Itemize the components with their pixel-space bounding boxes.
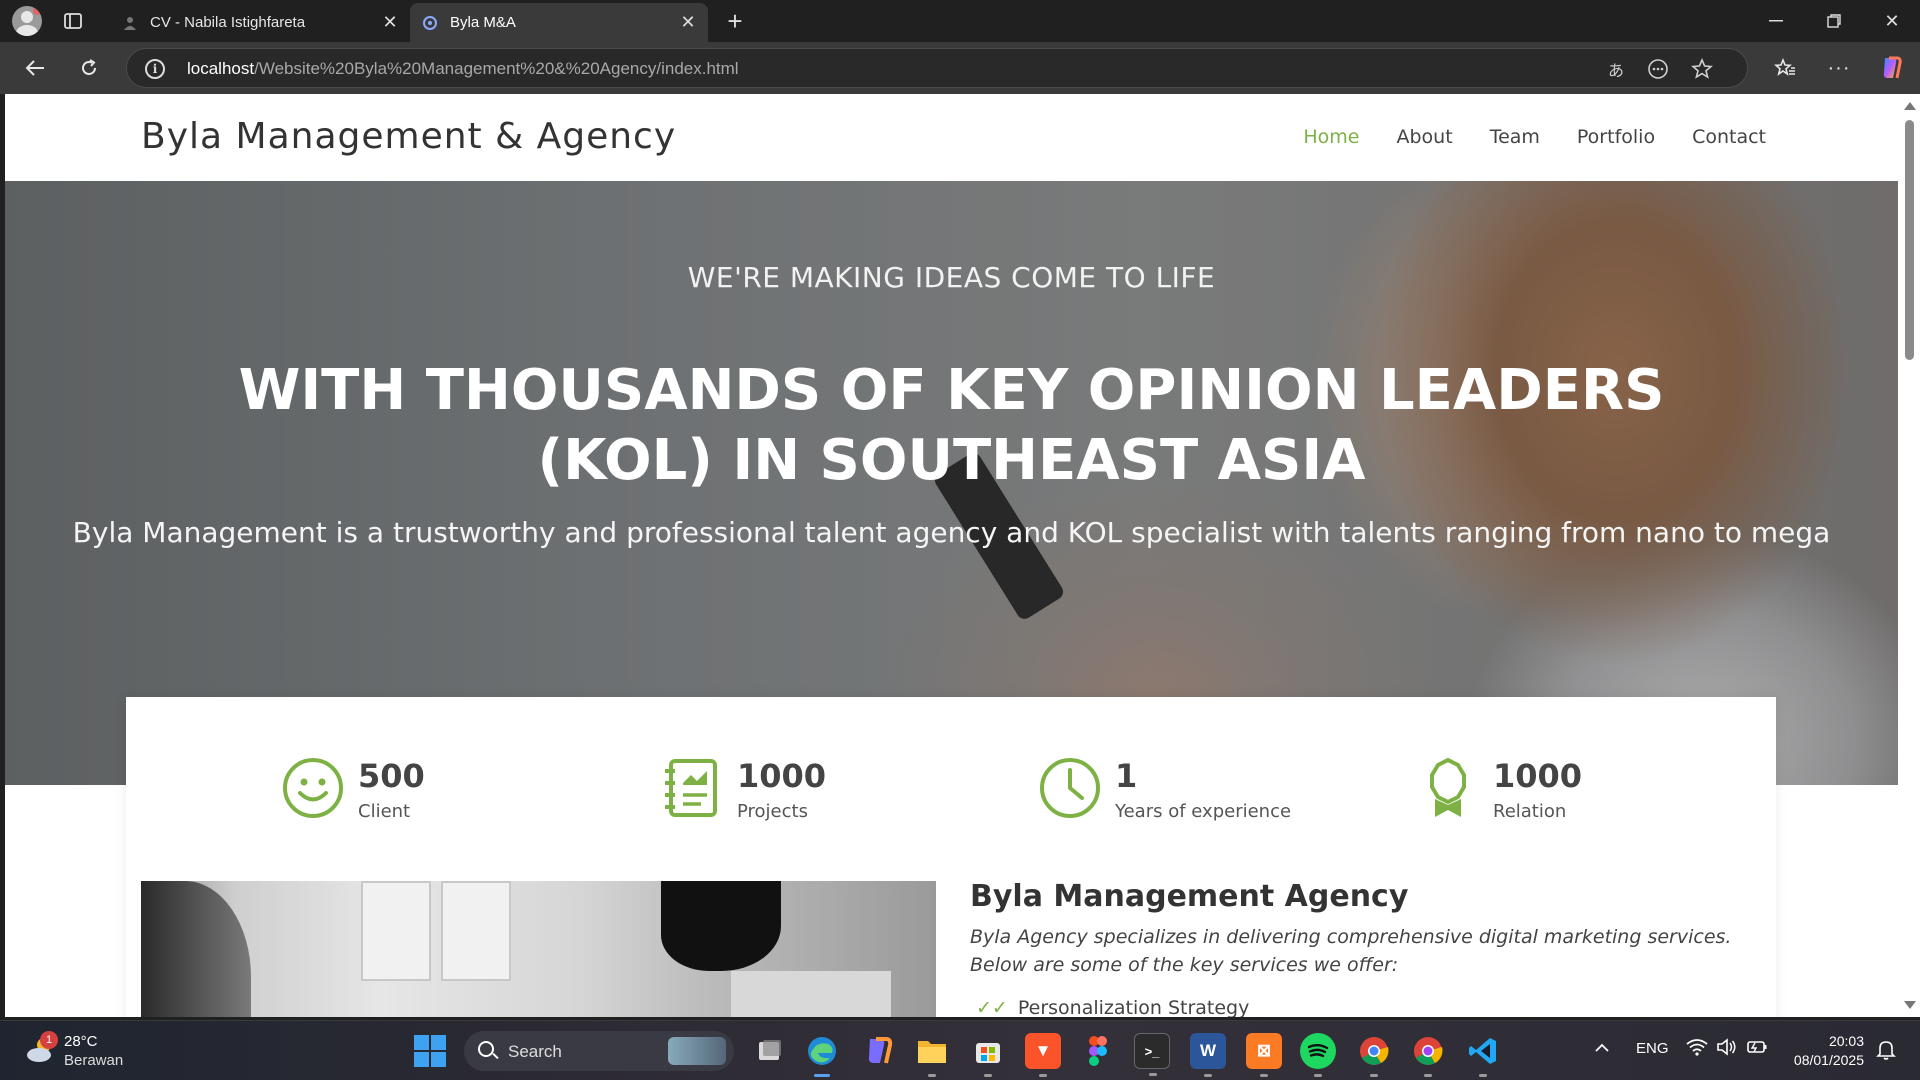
nav-about[interactable]: About	[1397, 126, 1453, 148]
nav-portfolio[interactable]: Portfolio	[1577, 126, 1655, 148]
close-tab-icon[interactable]: ✕	[674, 9, 702, 37]
stat-value: 1	[1115, 757, 1138, 795]
tab-title: CV - Nabila Istighfareta	[150, 14, 306, 31]
hero-subtitle: Byla Management is a trustworthy and pro…	[72, 516, 1831, 549]
terminal-icon[interactable]: >_	[1134, 1033, 1170, 1076]
minimize-icon[interactable]	[1748, 0, 1804, 42]
hero-title: WITH THOUSANDS OF KEY OPINION LEADERS (K…	[238, 358, 1665, 493]
word-icon[interactable]: W	[1190, 1033, 1226, 1077]
hero-eyebrow: WE'RE MAKING IDEAS COME TO LIFE	[687, 261, 1216, 294]
show-hidden-icons[interactable]	[1594, 1040, 1610, 1057]
page-scrollbar[interactable]	[1898, 94, 1920, 1017]
site-favicon-icon	[422, 15, 438, 31]
nav-contact[interactable]: Contact	[1692, 126, 1766, 148]
taskbar: 1 28°C Berawan Search ▼ >_ W ⊠ ENG 20:03…	[0, 1020, 1920, 1080]
stat-value: 1000	[737, 757, 827, 795]
back-icon[interactable]	[18, 51, 52, 85]
tab-byla[interactable]: Byla M&A ✕	[410, 3, 708, 42]
brave-browser-icon[interactable]: ▼	[1025, 1033, 1061, 1077]
smiley-icon	[283, 758, 343, 818]
copilot-app-icon[interactable]	[860, 1033, 896, 1069]
browser-toolbar: i localhost/Website%20Byla%20Management%…	[0, 42, 1920, 94]
search-highlight-image	[668, 1037, 726, 1065]
translate-icon[interactable]: あ	[1603, 56, 1629, 82]
spotify-icon[interactable]	[1300, 1033, 1336, 1077]
url-text[interactable]: localhost/Website%20Byla%20Management%20…	[187, 59, 739, 79]
scroll-down-icon[interactable]	[1904, 1001, 1916, 1009]
chrome-icon[interactable]	[1356, 1033, 1392, 1077]
address-bar[interactable]: i localhost/Website%20Byla%20Management%…	[126, 48, 1748, 88]
clock-time: 20:03	[1828, 1033, 1864, 1049]
search-placeholder: Search	[508, 1042, 562, 1061]
check-icon: ✓✓	[976, 997, 1008, 1017]
clock-icon	[1040, 758, 1100, 818]
favorite-star-icon[interactable]	[1689, 56, 1715, 82]
site-brand[interactable]: Byla Management & Agency	[141, 116, 676, 157]
more-options-icon[interactable]: ···	[1822, 51, 1856, 85]
page-favicon-icon	[122, 15, 138, 31]
service-list-item: ✓✓ Personalization Strategy	[976, 997, 1250, 1017]
stat-label: Projects	[737, 801, 808, 822]
reload-icon[interactable]	[72, 51, 106, 85]
about-description: Byla Agency specializes in delivering co…	[970, 926, 1732, 976]
favorites-icon[interactable]	[1768, 51, 1802, 85]
notification-bell-icon[interactable]	[1876, 1039, 1896, 1061]
nav-home[interactable]: Home	[1303, 126, 1359, 148]
task-view-icon[interactable]	[752, 1033, 788, 1069]
taskbar-search[interactable]: Search	[464, 1031, 734, 1071]
wifi-icon[interactable]	[1686, 1038, 1708, 1060]
award-ribbon-icon	[1430, 757, 1466, 817]
figma-icon[interactable]	[1080, 1033, 1116, 1069]
language-indicator[interactable]: ENG	[1636, 1040, 1669, 1057]
stat-label: Relation	[1493, 801, 1567, 822]
main-nav: Home About Team Portfolio Contact	[1303, 126, 1766, 148]
edge-browser-icon[interactable]	[804, 1033, 840, 1077]
system-clock[interactable]: 20:03 08/01/2025	[1784, 1032, 1864, 1070]
about-title: Byla Management Agency	[970, 879, 1409, 914]
weather-widget[interactable]: 1 28°C Berawan	[20, 1029, 180, 1073]
tab-cv[interactable]: CV - Nabila Istighfareta ✕	[110, 3, 410, 42]
weather-badge: 1	[40, 1031, 58, 1049]
microsoft-store-icon[interactable]	[970, 1033, 1006, 1077]
notebook-chart-icon	[665, 759, 717, 817]
xampp-icon[interactable]: ⊠	[1246, 1033, 1282, 1077]
close-tab-icon[interactable]: ✕	[376, 9, 404, 37]
weather-temp: 28°C	[64, 1033, 98, 1050]
about-photo	[141, 881, 936, 1017]
browser-tab-bar: CV - Nabila Istighfareta ✕ Byla M&A ✕ + …	[0, 0, 1920, 42]
restore-icon[interactable]	[1806, 0, 1862, 42]
weather-condition: Berawan	[64, 1052, 124, 1069]
search-icon	[478, 1041, 494, 1057]
new-tab-icon[interactable]: +	[720, 6, 750, 36]
chrome-profile-icon[interactable]	[1410, 1033, 1446, 1077]
battery-icon[interactable]	[1746, 1038, 1768, 1060]
web-page: Byla Management & Agency Home About Team…	[5, 94, 1898, 1017]
nav-team[interactable]: Team	[1490, 126, 1540, 148]
file-explorer-icon[interactable]	[914, 1033, 950, 1077]
copilot-icon[interactable]	[1874, 51, 1908, 85]
close-window-icon[interactable]: ✕	[1864, 0, 1920, 42]
reader-options-icon[interactable]	[1645, 56, 1671, 82]
vscode-icon[interactable]	[1465, 1033, 1501, 1077]
site-header: Byla Management & Agency Home About Team…	[5, 94, 1898, 181]
scroll-thumb[interactable]	[1905, 120, 1914, 360]
stat-value: 1000	[1493, 757, 1583, 795]
profile-avatar-icon[interactable]	[12, 6, 42, 36]
tab-title: Byla M&A	[450, 14, 516, 31]
stat-label: Client	[358, 801, 411, 822]
stats-and-about-card: 500 Client 1000 Projects 1 Years of expe…	[126, 697, 1776, 1017]
hero-section: WE'RE MAKING IDEAS COME TO LIFE WITH THO…	[5, 181, 1898, 785]
scroll-up-icon[interactable]	[1904, 102, 1916, 110]
start-windows-icon[interactable]	[414, 1035, 446, 1067]
stat-value: 500	[358, 757, 425, 795]
site-info-icon[interactable]: i	[145, 59, 165, 79]
tab-actions-icon[interactable]	[62, 10, 84, 32]
stat-label: Years of experience	[1115, 801, 1292, 822]
clock-date: 08/01/2025	[1793, 1052, 1864, 1068]
volume-icon[interactable]	[1716, 1038, 1736, 1060]
